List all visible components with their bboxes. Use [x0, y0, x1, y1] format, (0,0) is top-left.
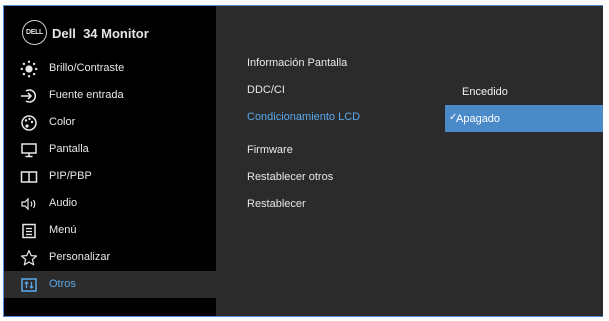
menu-item-label: Pantalla	[49, 143, 89, 155]
menu-item-label: PIP/PBP	[49, 170, 92, 182]
menu-item-others[interactable]: Otros	[4, 271, 216, 298]
menu-item-personalize[interactable]: Personalizar	[4, 244, 216, 271]
menu-item-label: Color	[49, 116, 76, 128]
option-on[interactable]: Encedido	[445, 78, 603, 105]
submenu-item-ddc-ci[interactable]: DDC/CI	[247, 84, 285, 96]
menu-item-audio[interactable]: Audio	[4, 190, 216, 217]
menu-item-menu[interactable]: Menú	[4, 217, 216, 244]
brightness-icon	[20, 60, 38, 78]
star-icon	[20, 249, 38, 267]
others-icon	[20, 276, 38, 294]
menu-item-brightness-contrast[interactable]: Brillo/Contraste	[4, 55, 216, 82]
submenu-item-reset-others[interactable]: Restablecer otros	[247, 171, 333, 183]
menu-item-input-source[interactable]: Fuente entrada	[4, 82, 216, 109]
display-icon	[20, 141, 38, 159]
menu-list-icon	[20, 222, 38, 240]
pip-pbp-icon	[20, 168, 38, 186]
option-off[interactable]: ✓ Apagado	[445, 105, 603, 132]
main-menu-sidebar: DELL Dell 34 Monitor Brillo/Contraste Fu…	[4, 6, 216, 316]
monitor-osd-window: DELL Dell 34 Monitor Brillo/Contraste Fu…	[3, 5, 603, 317]
menu-item-pip-pbp[interactable]: PIP/PBP	[4, 163, 216, 190]
dell-logo: DELL	[22, 20, 47, 45]
main-menu-list: Brillo/Contraste Fuente entrada Color Pa…	[4, 55, 216, 298]
menu-item-color[interactable]: Color	[4, 109, 216, 136]
submenu-item-reset[interactable]: Restablecer	[247, 198, 306, 210]
menu-item-label: Brillo/Contraste	[49, 62, 125, 74]
menu-item-label: Audio	[49, 197, 78, 209]
menu-item-label: Fuente entrada	[49, 89, 124, 101]
menu-item-display[interactable]: Pantalla	[4, 136, 216, 163]
menu-item-label: Menú	[49, 224, 77, 236]
submenu-item-lcd-conditioning[interactable]: Condicionamiento LCD	[247, 111, 360, 123]
brand-header: DELL Dell 34 Monitor	[4, 6, 216, 50]
input-source-icon	[20, 87, 38, 105]
submenu-item-display-info[interactable]: Información Pantalla	[247, 57, 347, 69]
menu-item-label: Personalizar	[49, 251, 111, 263]
color-palette-icon	[20, 114, 38, 132]
option-label: Apagado	[456, 113, 501, 125]
option-label: Encedido	[462, 86, 508, 98]
submenu-item-firmware[interactable]: Firmware	[247, 144, 293, 156]
menu-item-label: Otros	[49, 278, 76, 290]
others-submenu: Información Pantalla DDC/CI Condicionami…	[216, 6, 603, 316]
speaker-icon	[20, 195, 38, 213]
monitor-model-title: Dell 34 Monitor	[52, 26, 149, 41]
lcd-conditioning-options: Encedido ✓ Apagado	[445, 78, 603, 132]
